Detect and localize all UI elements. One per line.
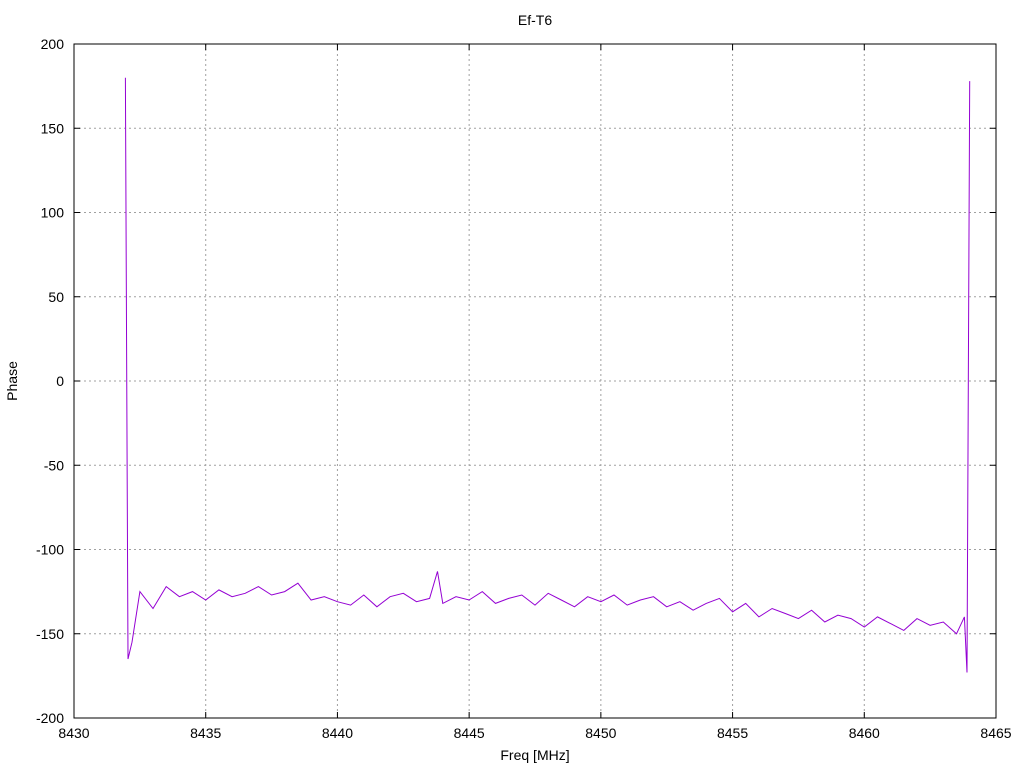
- x-tick-label: 8460: [849, 725, 880, 741]
- chart-title: Ef-T6: [518, 12, 552, 28]
- series-line-phase: [124, 77, 971, 673]
- y-tick-label: -50: [44, 457, 64, 473]
- x-tick-label: 8455: [717, 725, 748, 741]
- x-tick-label: 8430: [58, 725, 89, 741]
- grid: [74, 44, 996, 718]
- y-tick-label: -150: [36, 626, 64, 642]
- x-tick-label: 8435: [190, 725, 221, 741]
- x-axis-label: Freq [MHz]: [500, 747, 569, 763]
- phase-plot: 8430 8435 8440 8445 8450 8455 8460 8465 -200 -150…: [4, 12, 1012, 763]
- y-tick-label: 50: [48, 289, 64, 305]
- y-tick-label: 0: [56, 373, 64, 389]
- y-tick-label: 200: [41, 36, 65, 52]
- chart: 8430 8435 8440 8445 8450 8455 8460 8465 -200 -150…: [0, 0, 1024, 768]
- x-tick-label: 8450: [585, 725, 616, 741]
- x-tick-label: 8445: [454, 725, 485, 741]
- y-tick-label: -100: [36, 542, 64, 558]
- ticks: 8430 8435 8440 8445 8450 8455 8460 8465 -200 -150…: [36, 36, 1012, 741]
- y-axis-label: Phase: [4, 361, 20, 401]
- x-tick-label: 8440: [322, 725, 353, 741]
- y-tick-label: 100: [41, 205, 65, 221]
- y-tick-label: -200: [36, 710, 64, 726]
- x-tick-label: 8465: [980, 725, 1011, 741]
- y-tick-label: 150: [41, 120, 65, 136]
